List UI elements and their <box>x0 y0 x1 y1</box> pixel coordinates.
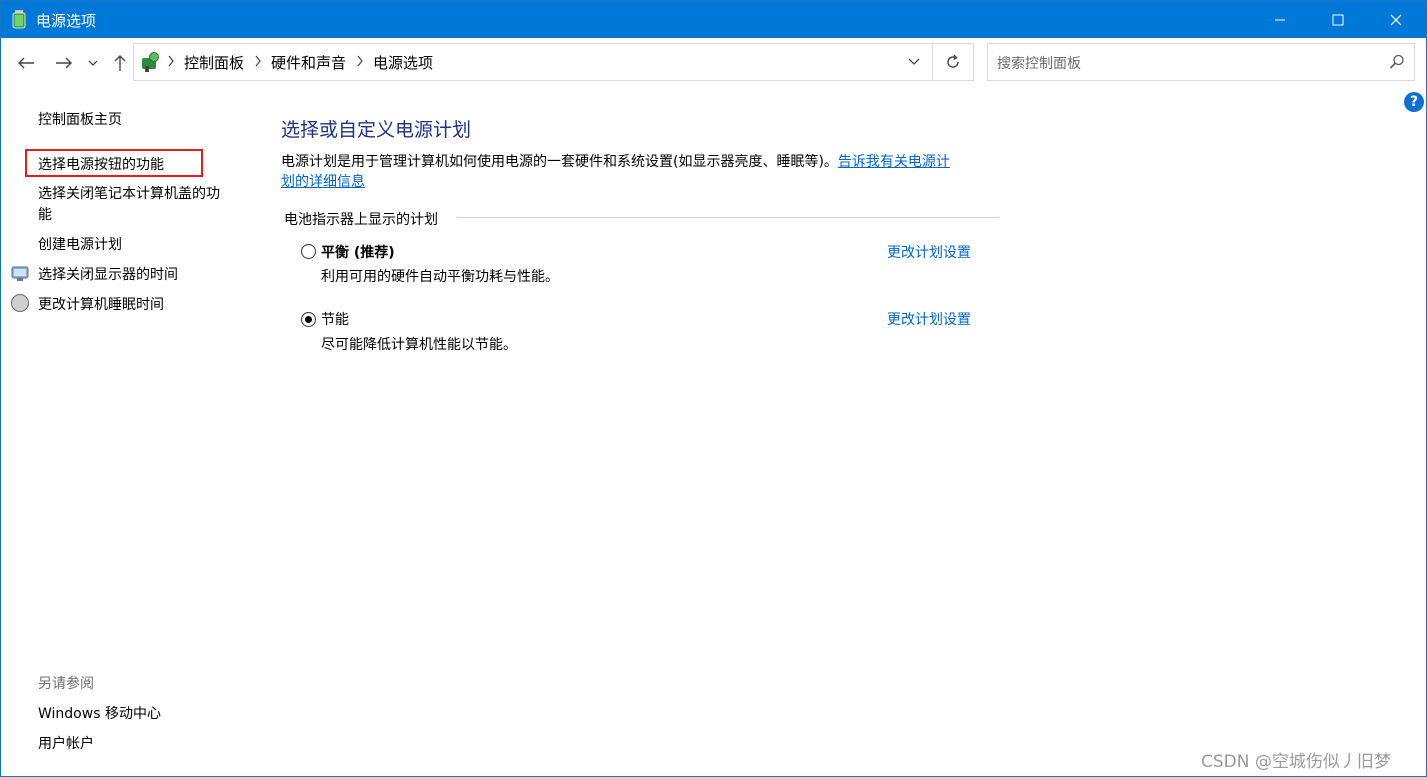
page-description: 电源计划是用于管理计算机如何使用电源的一套硬件和系统设置(如显示器亮度、睡眠等)… <box>281 152 1001 192</box>
plan-power-saver-description: 尽可能降低计算机性能以节能。 <box>321 337 517 353</box>
control-panel-icon <box>142 52 159 72</box>
address-row: 控制面板 硬件和声音 电源选项 搜索控制面板 <box>1 38 1426 88</box>
power-options-icon <box>12 10 26 29</box>
minimize-icon <box>1275 19 1285 20</box>
window-title: 电源选项 <box>36 12 97 30</box>
radio-selected-dot <box>305 316 312 323</box>
sidebar-link-user-accounts[interactable]: 用户帐户 <box>38 733 94 753</box>
watermark-text: CSDN @空城伤似丿旧梦 <box>1201 752 1391 772</box>
back-button[interactable] <box>14 51 38 75</box>
plan-balanced-radio[interactable] <box>301 244 316 259</box>
breadcrumb-control-panel[interactable]: 控制面板 <box>184 52 244 73</box>
maximize-button[interactable] <box>1309 1 1367 38</box>
chevron-down-icon <box>88 60 98 66</box>
close-icon <box>1390 14 1402 25</box>
plan-power-saver-settings-link[interactable]: 更改计划设置 <box>887 309 971 329</box>
page-title: 选择或自定义电源计划 <box>281 119 472 141</box>
search-box[interactable]: 搜索控制面板 <box>987 43 1415 81</box>
minimize-button[interactable] <box>1251 1 1309 38</box>
refresh-button[interactable] <box>932 43 974 81</box>
breadcrumb-power-options[interactable]: 电源选项 <box>373 52 433 73</box>
power-options-window: 电源选项 控制面板 硬件和声音 电源选项 搜索控制面板 ? 控制面板主页 选择电… <box>0 0 1427 777</box>
chevron-right-icon <box>357 55 363 67</box>
moon-shield-icon <box>11 294 29 312</box>
title-bar: 电源选项 <box>1 1 1426 38</box>
address-dropdown-button[interactable] <box>902 50 926 74</box>
chevron-down-icon <box>908 58 920 65</box>
plan-group-label: 电池指示器上显示的计划 <box>284 212 438 228</box>
sidebar-item-create-plan[interactable]: 创建电源计划 <box>38 234 122 254</box>
up-button[interactable] <box>108 51 132 75</box>
search-icon[interactable] <box>1388 53 1406 71</box>
plan-power-saver-radio[interactable] <box>301 312 316 327</box>
see-also-heading: 另请参阅 <box>38 676 94 692</box>
plan-power-saver-name[interactable]: 节能 <box>321 309 349 329</box>
close-button[interactable] <box>1367 1 1425 38</box>
maximize-icon <box>1332 14 1344 25</box>
chevron-right-icon <box>168 55 174 67</box>
breadcrumb-hardware-sound[interactable]: 硬件和声音 <box>271 52 346 73</box>
address-bar[interactable]: 控制面板 硬件和声音 电源选项 <box>133 43 933 81</box>
sidebar-item-sleep-time[interactable]: 更改计算机睡眠时间 <box>38 294 164 314</box>
search-placeholder: 搜索控制面板 <box>997 56 1081 72</box>
group-divider <box>457 217 999 218</box>
arrow-left-icon <box>18 57 34 69</box>
chevron-right-icon <box>255 55 261 67</box>
plan-balanced-name[interactable]: 平衡 (推荐) <box>321 242 395 262</box>
sidebar-home-link[interactable]: 控制面板主页 <box>38 109 122 129</box>
sidebar-item-lid-close-line2: 能 <box>38 207 52 223</box>
plan-balanced-description: 利用可用的硬件自动平衡功耗与性能。 <box>321 269 559 285</box>
monitor-shield-icon <box>11 266 29 281</box>
plan-balanced-settings-link[interactable]: 更改计划设置 <box>887 242 971 262</box>
recent-locations-button[interactable] <box>84 51 102 75</box>
sidebar-item-lid-close-line1: 选择关闭笔记本计算机盖的功 <box>38 186 220 202</box>
sidebar-item-display-off[interactable]: 选择关闭显示器的时间 <box>38 264 178 284</box>
refresh-icon <box>946 54 959 68</box>
forward-button[interactable] <box>52 51 76 75</box>
help-icon[interactable]: ? <box>1404 92 1424 112</box>
sidebar-link-mobility-center[interactable]: Windows 移动中心 <box>38 703 161 723</box>
sidebar-item-lid-close[interactable]: 选择关闭笔记本计算机盖的功 能 <box>38 184 220 226</box>
arrow-up-icon <box>114 55 126 71</box>
description-text: 电源计划是用于管理计算机如何使用电源的一套硬件和系统设置(如显示器亮度、睡眠等)… <box>281 154 838 170</box>
sidebar-item-power-button[interactable]: 选择电源按钮的功能 <box>38 154 164 174</box>
arrow-right-icon <box>56 57 72 69</box>
